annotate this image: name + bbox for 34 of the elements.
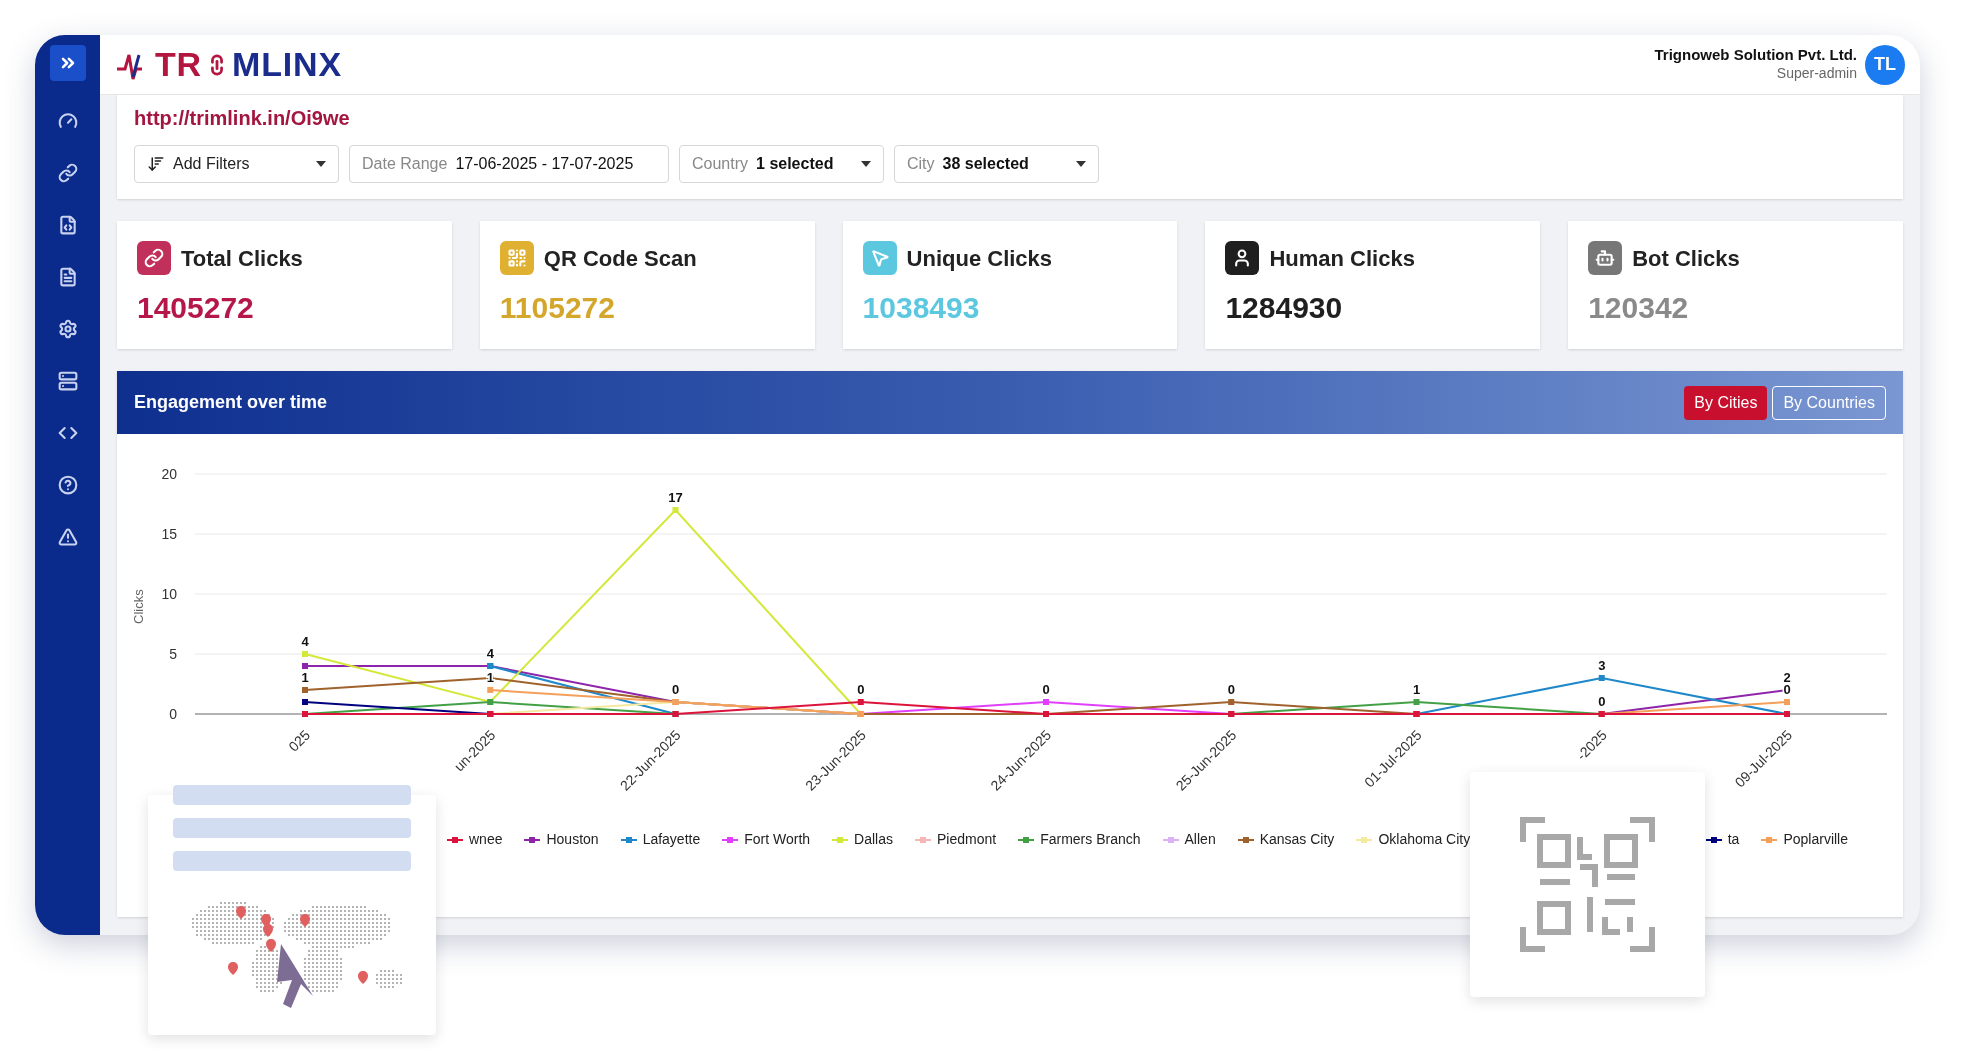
stat-label: Human Clicks [1269, 244, 1415, 273]
logo-text: MLINX [232, 44, 343, 85]
stat-label: Bot Clicks [1632, 244, 1740, 273]
logo-text: TR [155, 44, 203, 85]
data-label: 1 [301, 670, 309, 685]
data-label: 2 [1783, 670, 1791, 685]
y-tick-label: 10 [161, 586, 177, 602]
y-tick-label: 20 [161, 466, 177, 482]
data-label: 1 [1412, 682, 1421, 697]
stat-value: 1405272 [137, 290, 255, 326]
stat-value: 1105272 [499, 290, 616, 326]
user-role: Super-admin [1776, 65, 1857, 83]
stat-label: Unique Clicks [906, 244, 1053, 273]
data-label: 3 [1598, 658, 1606, 673]
stat-value: 1038493 [862, 290, 981, 326]
company-name: Trignoweb Solution Pvt. Ltd. [1654, 46, 1857, 66]
data-label: 0 [857, 682, 865, 697]
data-label: 0 [1227, 682, 1235, 697]
stat-label: Total Clicks [181, 244, 303, 273]
data-label: 0 [1598, 694, 1606, 709]
stat-value: 120342 [1588, 290, 1690, 326]
data-label: 0 [1042, 682, 1050, 697]
data-label: 4 [486, 646, 494, 661]
stat-value: 1284930 [1225, 290, 1344, 326]
chart-title: Engagement over time [134, 391, 328, 414]
data-label: 17 [668, 490, 683, 505]
y-tick-label: 5 [169, 646, 177, 662]
stat-label: QR Code Scan [543, 244, 697, 273]
data-label: 4 [301, 634, 309, 649]
y-tick-label: 0 [169, 706, 177, 722]
x-tick-label: 025 [285, 726, 314, 755]
y-axis-title: Clicks [131, 589, 146, 624]
y-tick-label: 15 [161, 526, 177, 542]
data-label: 0 [671, 682, 680, 697]
